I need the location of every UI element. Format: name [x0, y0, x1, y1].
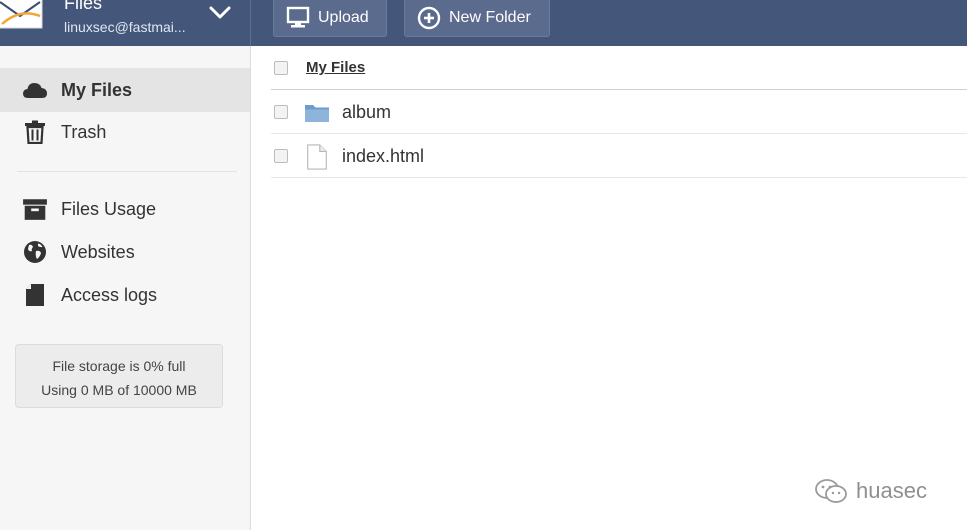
row-checkbox[interactable]: [274, 149, 288, 163]
globe-icon: [24, 241, 46, 263]
cloud-icon: [23, 83, 47, 98]
top-bar: Files linuxsec@fastmai... Upload New Fol…: [0, 0, 967, 46]
file-icon: [26, 284, 44, 306]
sidebar-item-my-files[interactable]: My Files: [0, 68, 250, 112]
upload-button[interactable]: Upload: [273, 0, 387, 37]
folder-icon: [305, 105, 329, 122]
sidebar-item-label: Access logs: [61, 285, 158, 305]
sidebar-item-trash[interactable]: Trash: [0, 110, 250, 154]
app-title: Files: [64, 0, 103, 13]
chevron-down-icon[interactable]: [209, 6, 231, 20]
trash-icon: [25, 120, 45, 144]
sidebar-item-label: My Files: [61, 80, 133, 100]
upload-label: Upload: [318, 9, 369, 26]
sidebar-item-label: Websites: [61, 242, 135, 262]
account-switcher[interactable]: Files linuxsec@fastmai...: [0, 0, 250, 46]
topbar-divider: [250, 0, 251, 46]
sidebar-item-label: Files Usage: [61, 199, 157, 219]
monitor-upload-icon: [286, 6, 310, 28]
sidebar-item-access-logs[interactable]: Access logs: [0, 273, 250, 317]
file-name[interactable]: index.html: [342, 146, 424, 166]
table-row[interactable]: album: [271, 90, 967, 134]
archive-icon: [23, 199, 47, 220]
account-email: linuxsec@fastmai...: [64, 19, 186, 35]
file-list-header: My Files: [271, 46, 967, 90]
sidebar-item-files-usage[interactable]: Files Usage: [0, 187, 250, 231]
new-folder-label: New Folder: [449, 9, 531, 26]
wechat-icon: [815, 479, 847, 503]
storage-usage-panel: File storage is 0% full Using 0 MB of 10…: [15, 344, 223, 408]
sidebar-item-label: Trash: [61, 122, 107, 142]
select-all-checkbox[interactable]: [274, 61, 288, 75]
file-name[interactable]: album: [342, 102, 391, 122]
breadcrumb-my-files[interactable]: My Files: [306, 59, 365, 76]
table-row[interactable]: index.html: [271, 134, 967, 178]
document-icon: [307, 144, 327, 170]
sidebar-divider: [17, 171, 237, 172]
storage-percent-text: File storage is 0% full: [52, 358, 186, 374]
plus-circle-icon: [417, 6, 441, 30]
watermark: huasec: [814, 476, 927, 506]
new-folder-button[interactable]: New Folder: [404, 0, 550, 37]
watermark-text: huasec: [856, 478, 927, 503]
mail-logo-icon: [0, 0, 43, 29]
row-checkbox[interactable]: [274, 105, 288, 119]
file-list: My Files album index.html: [251, 46, 967, 530]
storage-used-text: Using 0 MB of 10000 MB: [41, 382, 197, 398]
sidebar-item-websites[interactable]: Websites: [0, 230, 250, 274]
sidebar: My Files Trash Files Usage Websites Acce…: [0, 46, 251, 530]
